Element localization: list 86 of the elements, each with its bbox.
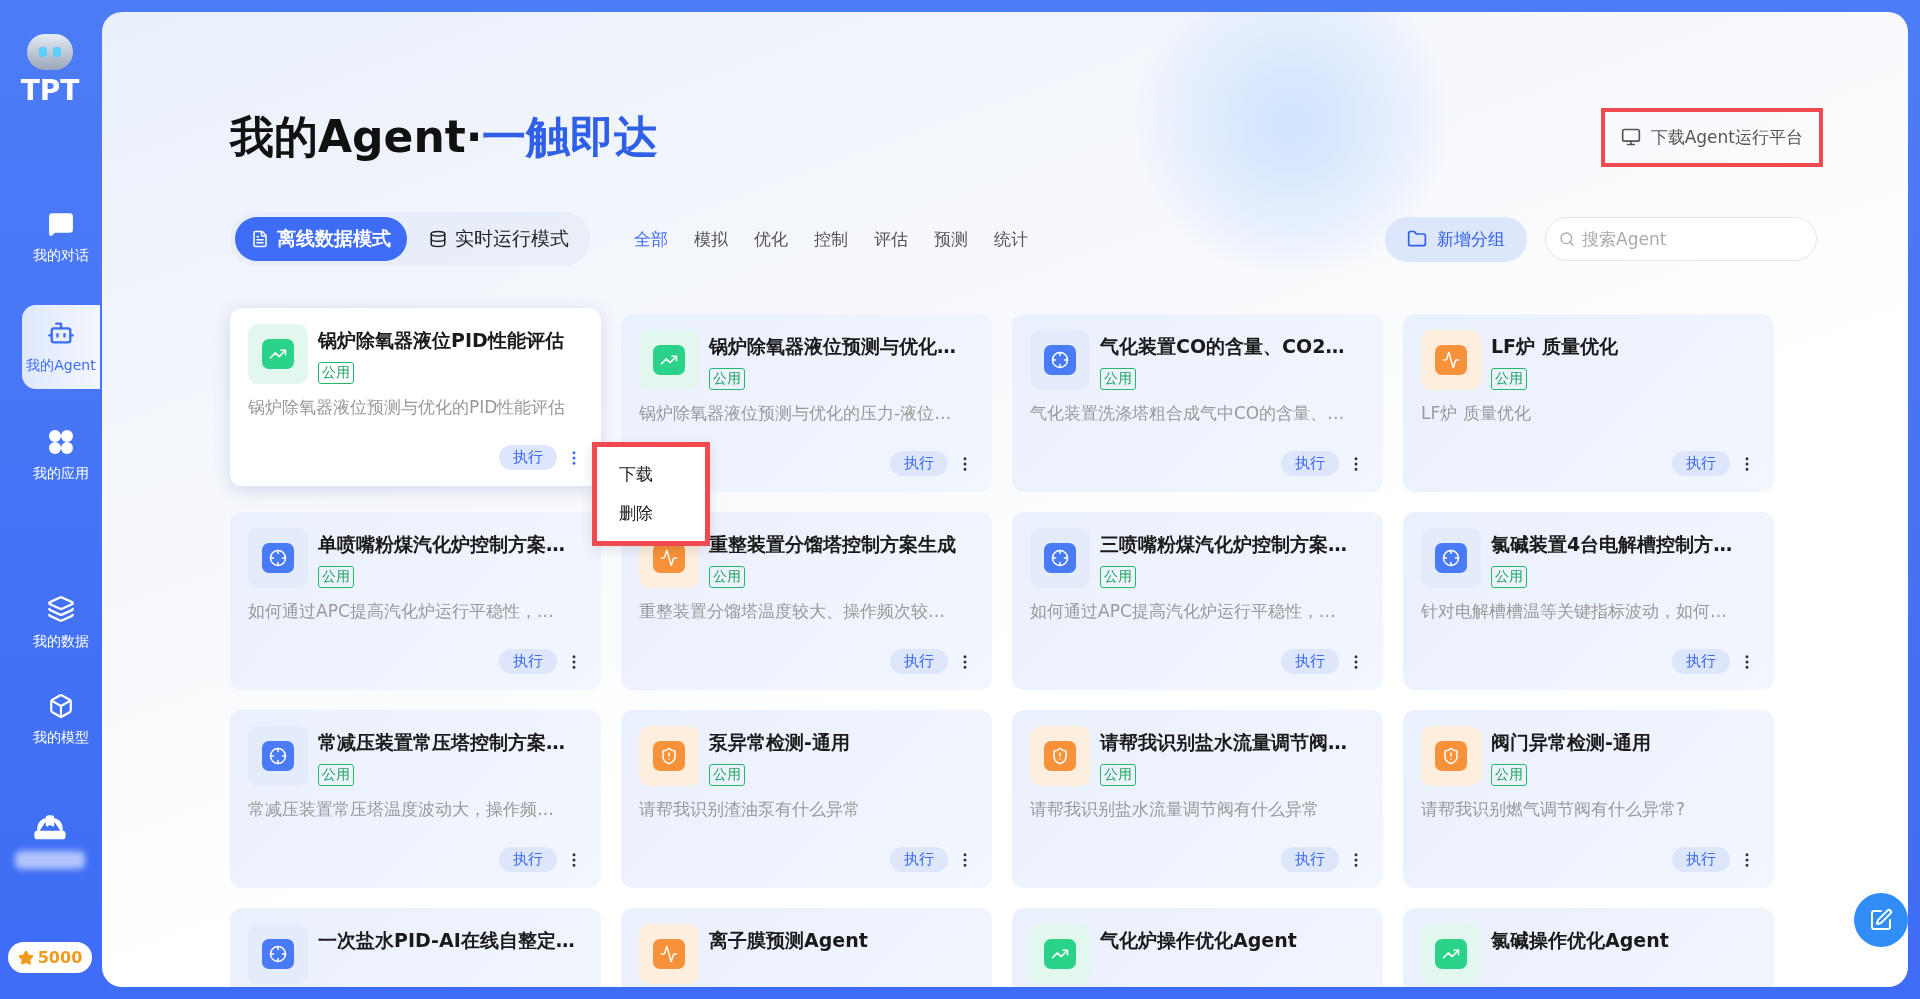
run-button[interactable]: 执行 [890,847,948,872]
card-description: 重整装置分馏塔温度较大、操作频次较… [639,600,946,623]
agent-card[interactable]: 三喷嘴粉煤汽化炉控制方案… 公用 如何通过APC提高汽化炉运行平稳性，… 执行 [1012,512,1383,690]
public-tag: 公用 [1491,764,1527,786]
run-button[interactable]: 执行 [499,847,557,872]
card-description: 锅炉除氧器液位预测与优化的PID性能评估 [248,396,567,419]
public-tag: 公用 [318,566,354,588]
public-tag: 公用 [1491,566,1527,588]
public-tag: 公用 [318,764,354,786]
public-tag: 公用 [709,764,745,786]
card-description: 针对电解槽槽温等关键指标波动，如何… [1421,600,1728,623]
agent-card[interactable]: 氯碱装置4台电解槽控制方… 公用 针对电解槽槽温等关键指标波动，如何… 执行 [1403,512,1774,690]
agent-card[interactable]: 泵异常检测-通用 公用 请帮我识别渣油泵有什么异常 执行 [621,710,992,888]
card-title: 气化装置CO的含量、CO2… [1100,334,1345,359]
coin-balance: 5000 [7,942,93,973]
card-title: 气化炉操作优化Agent [1100,928,1297,953]
card-title: 重整装置分馏塔控制方案生成 [709,532,956,557]
mode-tab[interactable]: 实时运行模式 [413,217,585,261]
sidebar-item[interactable]: 我的模型 [22,679,100,761]
card-description: 如何通过APC提高汽化炉运行平稳性，… [1030,600,1337,623]
category-tab[interactable]: 预测 [934,227,968,251]
card-title: 一次盐水PID-AI在线自整定… [318,928,575,953]
card-title: 泵异常检测-通用 [709,730,850,755]
agent-card[interactable]: LF炉 质量优化 公用 LF炉 质量优化 执行 [1403,314,1774,492]
category-tab[interactable]: 模拟 [694,227,728,251]
sidebar-item[interactable]: 我的数据 [22,581,100,665]
run-button[interactable]: 执行 [1672,451,1730,476]
card-title: 锅炉除氧器液位预测与优化… [709,334,956,359]
public-tag: 公用 [1100,368,1136,390]
public-tag: 公用 [1491,368,1527,390]
agent-card[interactable]: 氯碱操作优化Agent [1403,908,1774,987]
category-tab[interactable]: 控制 [814,227,848,251]
card-title: 锅炉除氧器液位PID性能评估 [318,328,564,353]
card-title: 三喷嘴粉煤汽化炉控制方案… [1100,532,1347,557]
run-button[interactable]: 执行 [1672,847,1730,872]
page-title: 我的Agent·一触即达 [230,109,659,164]
card-description: LF炉 质量优化 [1421,402,1532,425]
public-tag: 公用 [709,368,745,390]
card-description: 请帮我识别渣油泵有什么异常 [639,798,861,821]
card-description: 锅炉除氧器液位预测与优化的压力-液位… [639,402,953,425]
run-button[interactable]: 执行 [1281,451,1339,476]
agent-card[interactable]: 常减压装置常压塔控制方案… 公用 常减压装置常压塔温度波动大，操作频… 执行 [230,710,601,888]
category-tab[interactable]: 优化 [754,227,788,251]
search-field[interactable]: 搜索Agent [1545,217,1817,261]
run-button[interactable]: 执行 [1672,649,1730,674]
card-title: 阀门异常检测-通用 [1491,730,1651,755]
card-description: 请帮我识别盐水流量调节阀有什么异常 [1030,798,1320,821]
card-title: 氯碱操作优化Agent [1491,928,1669,953]
agent-card[interactable]: 离子膜预测Agent [621,908,992,987]
card-description: 气化装置洗涤塔粗合成气中CO的含量、… [1030,402,1346,425]
category-tab[interactable]: 统计 [994,227,1028,251]
public-tag: 公用 [1100,764,1136,786]
public-tag: 公用 [1100,566,1136,588]
agent-card[interactable]: 一次盐水PID-AI在线自整定… [230,908,601,987]
run-button[interactable]: 执行 [890,649,948,674]
public-tag: 公用 [318,362,354,384]
sidebar-item[interactable]: 我的对话 [22,197,100,279]
public-tag: 公用 [709,566,745,588]
run-button[interactable]: 执行 [890,451,948,476]
sidebar-item[interactable]: 我的应用 [22,415,100,497]
sidebar-item[interactable]: 我的Agent [22,305,100,389]
run-button[interactable]: 执行 [499,445,557,470]
card-description: 请帮我识别燃气调节阀有什么异常? [1421,798,1687,821]
logo-text: TPT [20,74,80,107]
agent-card[interactable]: 气化装置CO的含量、CO2… 公用 气化装置洗涤塔粗合成气中CO的含量、… 执行 [1012,314,1383,492]
run-button[interactable]: 执行 [1281,649,1339,674]
card-description: 如何通过APC提高汽化炉运行平稳性，… [248,600,555,623]
category-tab[interactable]: 全部 [634,227,668,251]
card-description: 常减压装置常压塔温度波动大，操作频… [248,798,555,821]
agent-card[interactable]: 阀门异常检测-通用 公用 请帮我识别燃气调节阀有什么异常? 执行 [1403,710,1774,888]
agent-card[interactable]: 请帮我识别盐水流量调节阀… 公用 请帮我识别盐水流量调节阀有什么异常 执行 [1012,710,1383,888]
agent-card[interactable]: 气化炉操作优化Agent [1012,908,1383,987]
agent-card[interactable]: 单喷嘴粉煤汽化炉控制方案… 公用 如何通过APC提高汽化炉运行平稳性，… 执行 [230,512,601,690]
card-title: 单喷嘴粉煤汽化炉控制方案… [318,532,565,557]
run-button[interactable]: 执行 [499,649,557,674]
category-tab[interactable]: 评估 [874,227,908,251]
run-button[interactable]: 执行 [1281,847,1339,872]
card-title: 离子膜预测Agent [709,928,868,953]
card-title: 常减压装置常压塔控制方案… [318,730,565,755]
card-title: LF炉 质量优化 [1491,334,1618,359]
new-group-button[interactable]: 新增分组 [1385,216,1527,262]
card-title: 请帮我识别盐水流量调节阀… [1100,730,1347,755]
download-button[interactable]: 下载Agent运行平台 [1600,107,1823,167]
card-title: 氯碱装置4台电解槽控制方… [1491,532,1733,557]
mode-tab[interactable]: 离线数据模式 [235,217,407,261]
agent-card[interactable]: 锅炉除氧器液位PID性能评估 公用 锅炉除氧器液位预测与优化的PID性能评估 执行 [230,308,601,486]
